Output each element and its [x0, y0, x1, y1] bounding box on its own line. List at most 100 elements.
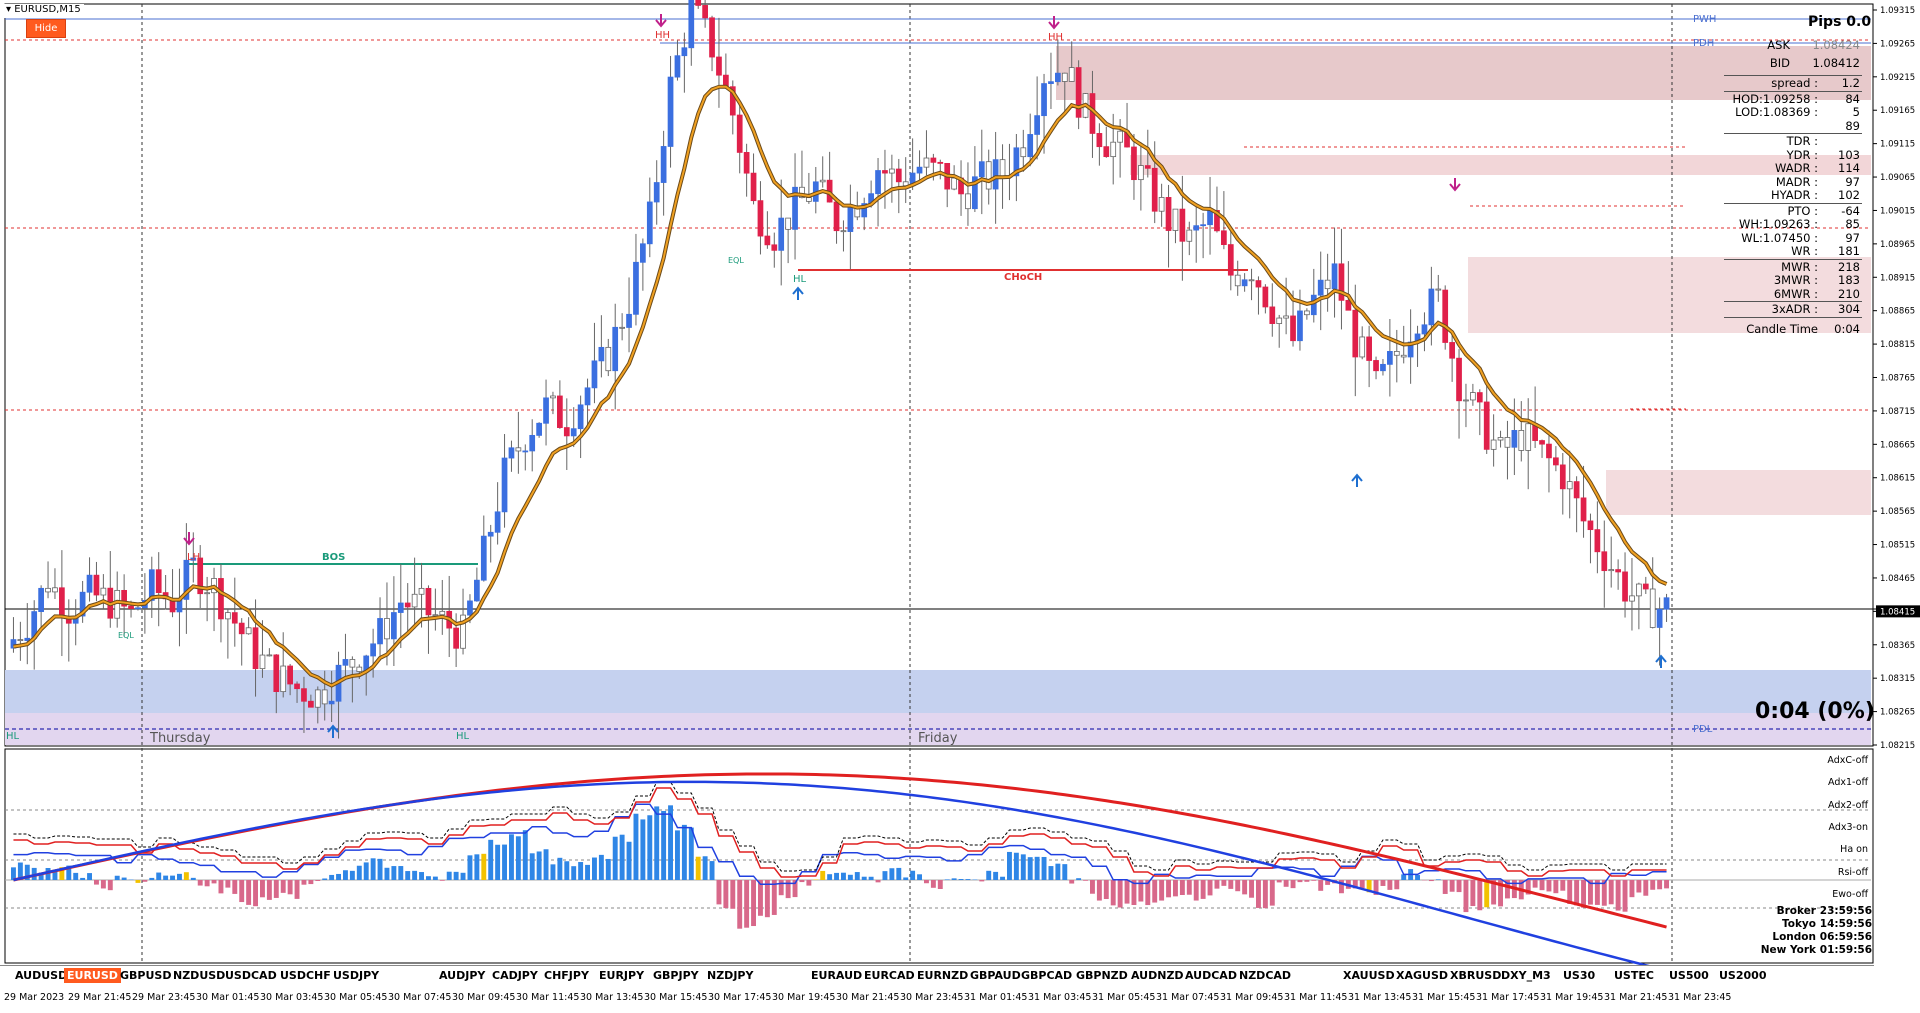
symbol-tab-audjpy[interactable]: AUDJPY: [436, 968, 488, 983]
time-tick-label: 31 Mar 07:45: [1156, 992, 1219, 1003]
stat-key: 6MWR :: [1774, 287, 1818, 301]
candle-body: [551, 396, 556, 398]
candle-body: [281, 666, 286, 692]
histogram-bar: [488, 840, 493, 880]
symbol-tab-chfjpy[interactable]: CHFJPY: [541, 968, 592, 983]
candle-body: [1470, 393, 1475, 400]
symbol-tab-gbpjpy[interactable]: GBPJPY: [650, 968, 702, 983]
symbol-tab-xbrusd[interactable]: XBRUSD: [1447, 968, 1504, 983]
candle-body: [1311, 295, 1316, 315]
choch-label: CHoCH: [1004, 272, 1042, 283]
indicator-toggle-label[interactable]: Ha on: [1840, 844, 1868, 855]
price-chart-svg[interactable]: BOSCHoCHLHHHHHHLHLHLEQLEQLPWHPDHPDLThurs…: [0, 0, 1920, 1010]
histogram-bar: [723, 880, 728, 908]
candle-body: [308, 701, 313, 707]
symbol-tab-us2000[interactable]: US2000: [1716, 968, 1769, 983]
symbol-tab-xauusd[interactable]: XAUUSD: [1340, 968, 1398, 983]
symbol-tab-cadjpy[interactable]: CADJPY: [489, 968, 541, 983]
histogram-bar: [239, 880, 244, 902]
indicator-toggle-label[interactable]: Adx3-on: [1829, 822, 1868, 833]
histogram-bar: [315, 880, 320, 881]
symbol-tab-usdcad[interactable]: USDCAD: [222, 968, 280, 983]
histogram-bar: [599, 855, 604, 880]
candle-body: [129, 606, 134, 608]
symbol-tab-audusd[interactable]: AUDUSD: [12, 968, 70, 983]
symbol-tab-gbpnzd[interactable]: GBPNZD: [1073, 968, 1131, 983]
stat-value: 85: [1845, 217, 1860, 231]
candle-body: [481, 536, 486, 580]
chart-symbol-timeframe: EURUSD,M15: [14, 4, 80, 15]
symbol-tab-xagusd[interactable]: XAGUSD: [1393, 968, 1451, 983]
histogram-bar: [1381, 880, 1386, 886]
symbol-tab-gbpcad[interactable]: GBPCAD: [1018, 968, 1075, 983]
stat-key: HYADR :: [1771, 188, 1818, 202]
symbol-tab-audnzd[interactable]: AUDNZD: [1128, 968, 1187, 983]
symbol-tab-us30[interactable]: US30: [1560, 968, 1598, 983]
histogram-bar: [447, 872, 452, 880]
symbol-tab-eurjpy[interactable]: EURJPY: [596, 968, 647, 983]
histogram-bar: [1049, 866, 1054, 880]
supply-zone: [1606, 470, 1871, 515]
candle-body: [1505, 437, 1510, 447]
candle-body: [1643, 584, 1648, 589]
symbol-tab-nzdjpy[interactable]: NZDJPY: [704, 968, 756, 983]
time-tick-label: 30 Mar 17:45: [708, 992, 771, 1003]
indicator-toggle-label[interactable]: Adx2-off: [1828, 800, 1868, 811]
candle-body: [516, 448, 521, 451]
histogram-bar: [848, 875, 853, 880]
stat-row: LOD:1.08369 :5: [1724, 105, 1862, 119]
symbol-tab-dxy_m3[interactable]: DXY_M3: [1498, 968, 1554, 983]
histogram-bar: [1636, 880, 1641, 892]
symbol-tab-us500[interactable]: US500: [1666, 968, 1712, 983]
candle-body: [841, 231, 846, 232]
price-tick-label: 1.08815: [1880, 340, 1915, 350]
candle-body: [689, 0, 694, 48]
histogram-bar: [551, 864, 556, 880]
time-tick-label: 31 Mar 09:45: [1220, 992, 1283, 1003]
histogram-bar: [1042, 857, 1047, 880]
candle-body: [634, 262, 639, 314]
symbol-tab-audcad[interactable]: AUDCAD: [1182, 968, 1240, 983]
candle-body: [1602, 552, 1607, 571]
histogram-bar: [647, 815, 652, 880]
candle-body: [1609, 570, 1614, 571]
symbol-tab-nzdcad[interactable]: NZDCAD: [1236, 968, 1294, 983]
symbol-tab-gbpusd[interactable]: GBPUSD: [117, 968, 174, 983]
histogram-bar: [910, 871, 915, 880]
chart-area[interactable]: BOSCHoCHLHHHHHHLHLHLEQLEQLPWHPDHPDLThurs…: [0, 0, 1920, 1010]
stat-row: YDR :103: [1724, 148, 1862, 162]
hide-button[interactable]: Hide: [26, 19, 66, 38]
indicator-toggle-label[interactable]: Adx1-off: [1828, 777, 1868, 788]
histogram-bar: [274, 880, 279, 898]
stat-key: YDR :: [1787, 148, 1818, 162]
indicator-toggle-label[interactable]: Ewo-off: [1832, 889, 1868, 900]
histogram-bar: [869, 877, 874, 880]
symbol-tab-eurusd[interactable]: EURUSD: [64, 968, 121, 983]
histogram-bar: [959, 879, 964, 880]
candle-body: [1526, 424, 1531, 451]
symbol-tab-usdchf[interactable]: USDCHF: [277, 968, 334, 983]
symbol-tab-gbpaud[interactable]: GBPAUD: [967, 968, 1024, 983]
symbol-tab-usdjpy[interactable]: USDJPY: [330, 968, 382, 983]
symbol-tab-eurnzd[interactable]: EURNZD: [914, 968, 971, 983]
symbol-tab-nzdusd[interactable]: NZDUSD: [170, 968, 228, 983]
histogram-bar: [889, 868, 894, 880]
histogram-bar: [350, 871, 355, 880]
candle-body: [156, 570, 161, 593]
candle-body: [412, 594, 417, 607]
histogram-bar: [537, 851, 542, 880]
candle-body: [606, 347, 611, 370]
symbol-tab-eurcad[interactable]: EURCAD: [861, 968, 918, 983]
indicator-toggle-label[interactable]: Rsi-off: [1838, 867, 1868, 878]
symbol-tab-euraud[interactable]: EURAUD: [808, 968, 865, 983]
indicator-toggle-label[interactable]: AdxC-off: [1827, 755, 1868, 766]
candle-body: [1256, 281, 1261, 287]
symbol-tab-ustec[interactable]: USTEC: [1611, 968, 1657, 983]
session-name: New York: [1761, 944, 1816, 956]
histogram-bar: [481, 854, 486, 880]
histogram-bar: [1560, 880, 1565, 891]
candle-body: [530, 435, 535, 451]
candle-body: [613, 327, 618, 370]
histogram-bar: [1429, 880, 1434, 881]
candle-body: [1457, 358, 1462, 401]
